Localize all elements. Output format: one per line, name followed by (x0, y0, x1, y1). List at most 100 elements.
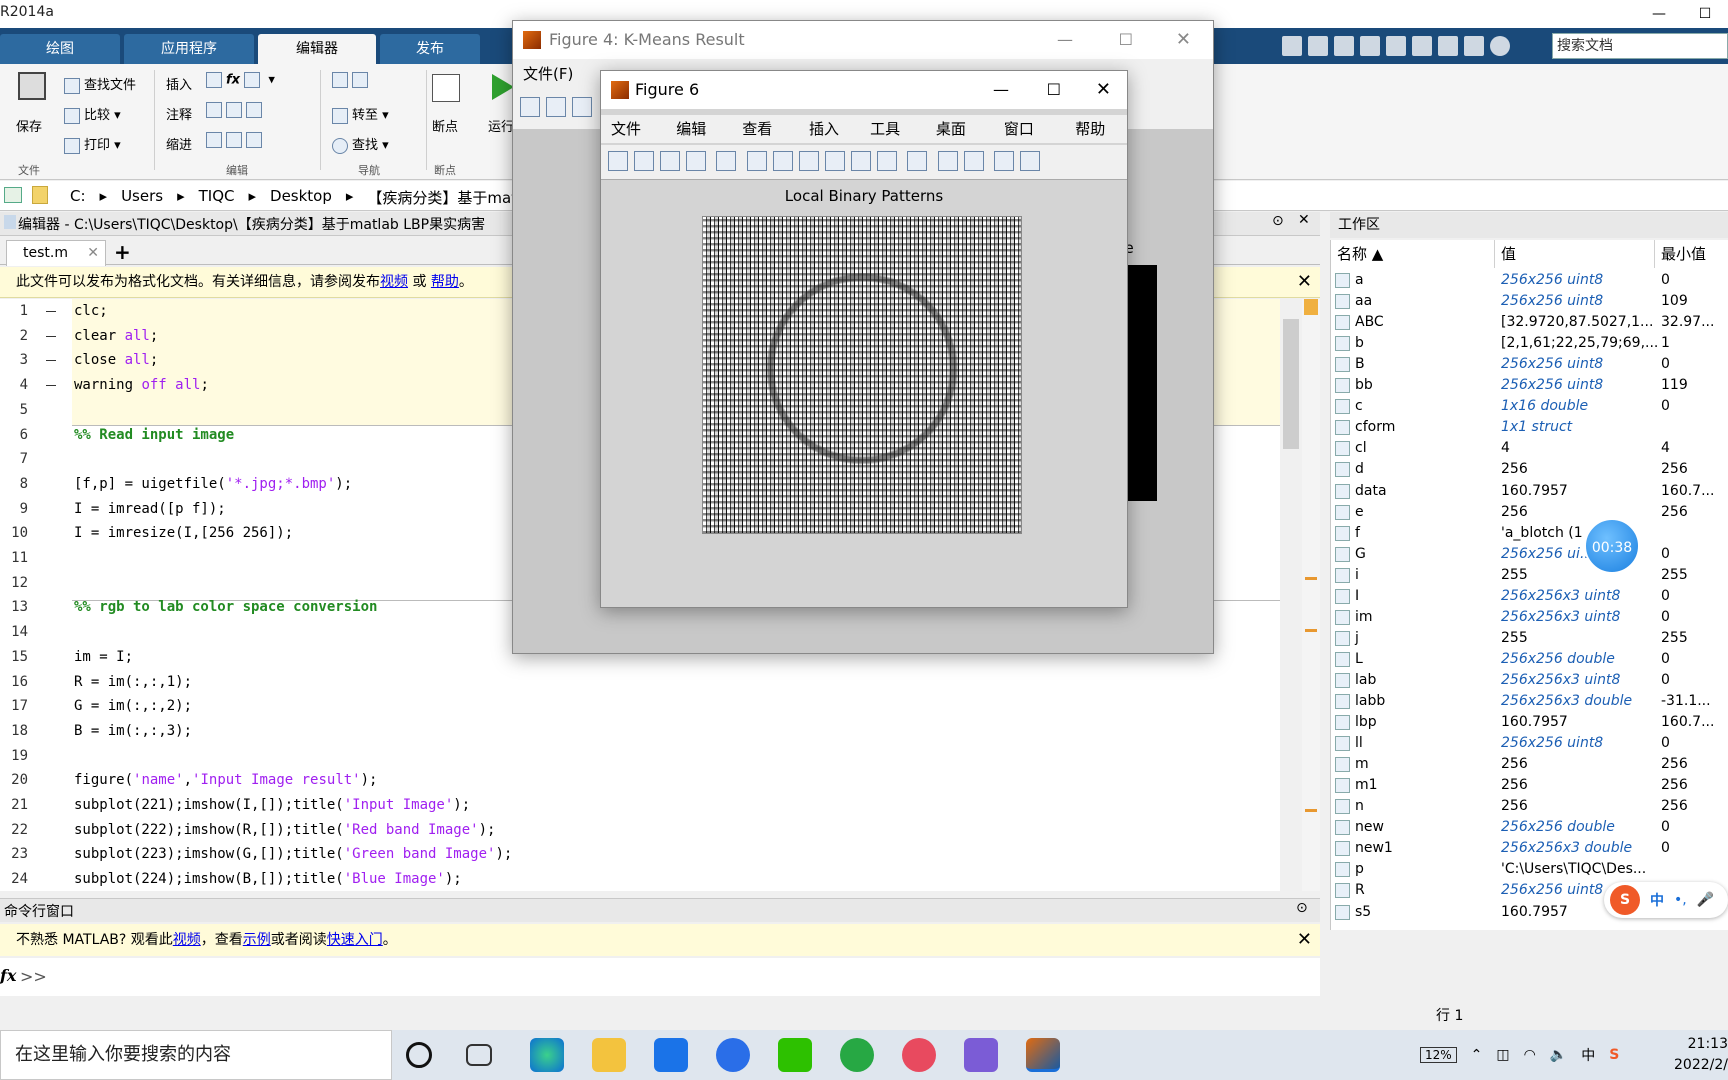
breakpoint-dash[interactable] (46, 335, 56, 337)
data-cursor-icon[interactable] (850, 151, 871, 171)
new-figure-icon[interactable] (608, 151, 628, 171)
insert-function-icon[interactable] (244, 72, 261, 88)
code-line[interactable]: I = imread([p f]); (74, 501, 226, 517)
code-line[interactable]: subplot(222);imshow(R,[]);title('Red ban… (74, 822, 495, 838)
workspace-table[interactable]: 名称 ▲ 值 最小值 a 256x256 uint8 0 aa 256x256 uint… (1330, 240, 1728, 930)
code-line[interactable]: subplot(223);imshow(G,[]);title('Green b… (74, 846, 512, 862)
getting-started-link[interactable]: 快速入门 (327, 932, 383, 948)
tab-editor[interactable]: 编辑器 (258, 34, 376, 64)
minimize-icon[interactable]: — (1636, 0, 1682, 28)
breakpoint-dash[interactable] (46, 360, 56, 362)
workspace-row[interactable]: ABC [32.9720,87.5027,1... 32.97... (1331, 312, 1728, 333)
redo-icon[interactable] (1438, 36, 1458, 56)
copy-icon[interactable] (1360, 36, 1380, 56)
goto-button[interactable]: 转至 ▾ (332, 104, 389, 124)
run-button[interactable]: 运行 (488, 116, 514, 135)
workspace-row[interactable]: f 'a_blotch (1 (1331, 523, 1728, 544)
code-line[interactable]: im = I; (74, 649, 133, 665)
workspace-row[interactable]: cform 1x1 struct (1331, 417, 1728, 438)
menu-tools[interactable]: 工具(T) (870, 115, 920, 166)
code-line[interactable]: warning off all; (74, 377, 209, 393)
maximize-icon[interactable]: ☐ (1047, 71, 1061, 109)
pan-icon[interactable] (798, 151, 819, 171)
undo-icon[interactable] (1412, 36, 1432, 56)
file-explorer-icon[interactable] (592, 1038, 626, 1072)
smart-indent-icon[interactable] (206, 132, 222, 148)
scrollbar-thumb[interactable] (1283, 319, 1299, 449)
photos-icon[interactable] (964, 1038, 998, 1072)
panel-menu-icon[interactable]: ⊙ (1272, 213, 1284, 229)
close-icon[interactable]: ✕ (1297, 924, 1312, 956)
code-line[interactable]: clear all; (74, 328, 158, 344)
doc-search-input[interactable]: 搜索文档 (1552, 33, 1728, 59)
file-tab-test[interactable]: test.m ✕ (6, 240, 106, 266)
maximize-icon[interactable]: ☐ (1682, 0, 1728, 28)
legend-icon[interactable] (963, 151, 984, 171)
insert-section-icon[interactable] (206, 72, 222, 88)
switch-window-icon[interactable] (1464, 36, 1484, 56)
workspace-row[interactable]: ll 256x256 uint8 0 (1331, 733, 1728, 754)
rotate-icon[interactable] (824, 151, 845, 171)
video-link[interactable]: 视频 (380, 274, 408, 290)
fx-icon[interactable]: fx (226, 73, 240, 88)
pointer-icon[interactable] (716, 151, 737, 171)
new-figure-icon[interactable] (520, 97, 540, 117)
compare-button[interactable]: 比较 ▾ (64, 104, 121, 124)
workspace-row[interactable]: m1 256 256 (1331, 775, 1728, 796)
minimize-icon[interactable]: — (993, 71, 1009, 109)
save-icon[interactable] (572, 97, 592, 117)
snipping-tool-icon[interactable] (902, 1038, 936, 1072)
tab-publish[interactable]: 发布 (380, 34, 480, 64)
examples-link[interactable]: 示例 (243, 932, 271, 948)
column-name[interactable]: 名称 ▲ (1331, 240, 1495, 268)
close-icon[interactable]: ✕ (1176, 21, 1191, 59)
column-min[interactable]: 最小值 (1655, 240, 1728, 268)
analyzer-status-icon[interactable] (1304, 299, 1318, 315)
show-plot-tools-icon[interactable] (1020, 151, 1041, 171)
breakpoint-dash[interactable] (46, 311, 56, 312)
menu-file[interactable]: 文件(F) (523, 63, 573, 84)
task-view-icon[interactable] (466, 1044, 492, 1066)
lenovo-app-icon[interactable] (716, 1038, 750, 1072)
menu-desktop[interactable]: 桌面(D) (936, 115, 988, 166)
workspace-row[interactable]: G 256x256 ui... 0 (1331, 544, 1728, 565)
code-line[interactable]: R = im(:,:,1); (74, 674, 192, 690)
code-line[interactable]: close all; (74, 352, 158, 368)
code-line[interactable]: %% rgb to lab color space conversion (74, 599, 377, 615)
wechat-icon[interactable] (778, 1038, 812, 1072)
workspace-row[interactable]: data 160.7957 160.7... (1331, 481, 1728, 502)
close-icon[interactable]: ✕ (1298, 212, 1310, 228)
wifi-icon[interactable]: ◠ (1524, 1047, 1536, 1063)
find-files-button[interactable]: 查找文件 (64, 74, 136, 94)
workspace-row[interactable]: new1 256x256x3 double 0 (1331, 838, 1728, 859)
breadcrumb-item[interactable]: Users (121, 187, 163, 208)
decrease-indent-icon[interactable] (246, 132, 262, 148)
figure4-titlebar[interactable]: Figure 4: K-Means Result — ☐ ✕ (513, 21, 1213, 59)
percent-icon[interactable] (206, 102, 222, 118)
menu-insert[interactable]: 插入(I) (809, 115, 854, 166)
column-value[interactable]: 值 (1495, 240, 1655, 268)
forward-icon[interactable] (352, 72, 368, 88)
wrap-comment-icon[interactable] (246, 102, 262, 118)
menu-file[interactable]: 文件(F) (611, 115, 660, 166)
find-button[interactable]: 查找 ▾ (332, 134, 389, 154)
video-link[interactable]: 视频 (173, 932, 201, 948)
indent-button[interactable]: 缩进 (166, 134, 192, 153)
chevron-up-icon[interactable]: ⌃ (1471, 1047, 1483, 1063)
workspace-row[interactable]: new 256x256 double 0 (1331, 817, 1728, 838)
breakpoint-dash[interactable] (46, 385, 56, 387)
warning-marker[interactable] (1305, 809, 1317, 812)
tab-plots[interactable]: 绘图 (0, 34, 120, 64)
recording-timer-badge[interactable]: 00:38 (1584, 518, 1640, 574)
editor-scrollbar[interactable] (1280, 299, 1302, 891)
system-clock[interactable]: 21:13 2022/2/ (1660, 1034, 1728, 1076)
code-line[interactable]: subplot(221);imshow(I,[]);title('Input I… (74, 797, 470, 813)
code-line[interactable]: clc; (74, 303, 108, 319)
volume-icon[interactable]: 🔈 (1550, 1047, 1567, 1063)
save-icon[interactable] (660, 151, 680, 171)
shortcut-icon[interactable] (1282, 36, 1302, 56)
link-plot-icon[interactable] (907, 151, 928, 171)
breakpoint-icon[interactable] (432, 74, 460, 102)
cortana-icon[interactable] (406, 1042, 432, 1068)
uncomment-icon[interactable] (226, 102, 242, 118)
